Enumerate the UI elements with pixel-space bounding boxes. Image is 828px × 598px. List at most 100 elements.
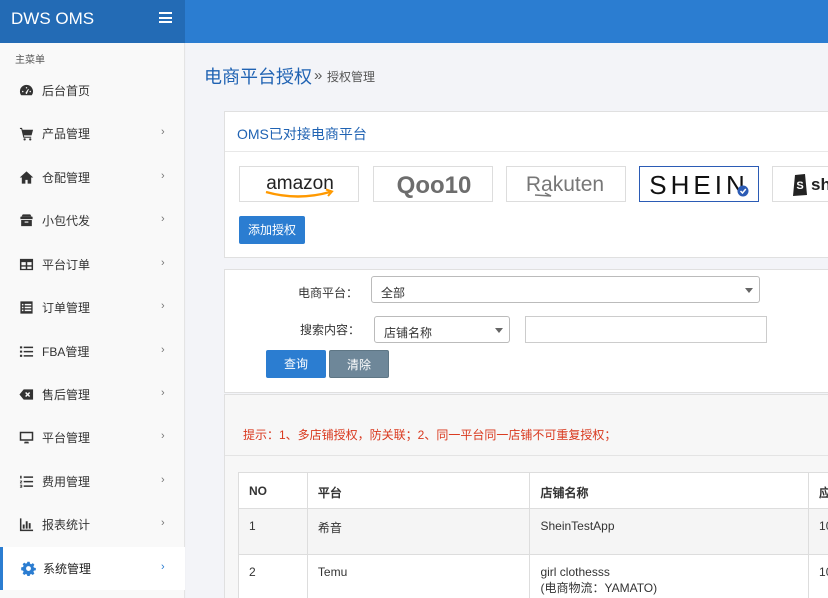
shop-logistics-note: (电商物流：YAMATO) (540, 581, 658, 595)
sidebar-item-parcel[interactable]: 小包代发 › (0, 199, 185, 242)
cell-shop-name: girl clothesss (电商物流：YAMATO) (529, 554, 810, 598)
monitor-icon (19, 431, 34, 444)
platform-logo-shopify[interactable]: S sh (772, 166, 828, 202)
sidebar-item-label: 仓配管理 (42, 171, 91, 185)
sidebar-item-label: 报表统计 (42, 518, 91, 532)
sidebar-item-label: 平台管理 (42, 431, 91, 445)
qoo10-logo-icon: Qoo10 (397, 172, 472, 199)
cell-no: 2 (238, 554, 308, 598)
chevron-right-icon: › (161, 213, 165, 225)
sidebar-item-products[interactable]: 产品管理 › (0, 112, 185, 155)
sidebar-item-orders[interactable]: 订单管理 › (0, 286, 185, 329)
table-row[interactable]: 1 希音 SheinTestApp 10 (238, 508, 828, 555)
page-title: 电商平台授权 (204, 67, 312, 87)
chevron-right-icon: › (161, 344, 165, 356)
breadcrumb-current[interactable]: 授权管理 (327, 68, 375, 85)
chevron-right-icon: › (161, 126, 165, 138)
chevron-right-icon: › (161, 430, 165, 442)
sidebar-item-fba[interactable]: FBA管理 › (0, 330, 185, 373)
sidebar-item-system[interactable]: 系统管理 › (0, 547, 185, 590)
filter-panel: 电商平台： 全部 搜索内容： 店铺名称 查询 清除 (224, 269, 828, 393)
list-icon (19, 346, 34, 357)
amazon-logo-icon: amazon (265, 173, 334, 198)
list-box-icon (20, 301, 33, 314)
sidebar-item-warehouse[interactable]: 仓配管理 › (0, 156, 185, 199)
divider (225, 455, 828, 456)
sidebar-item-label: 费用管理 (42, 475, 91, 489)
hamburger-menu-icon[interactable] (159, 12, 172, 23)
grid-icon (19, 258, 34, 271)
platform-logo-rakuten[interactable]: Rakuten (506, 166, 626, 202)
home-icon (19, 171, 34, 184)
list-ordered-icon (19, 475, 34, 488)
chevron-right-icon: › (161, 561, 165, 573)
shop-name: girl clothesss (540, 565, 610, 579)
divider (225, 151, 828, 152)
query-button[interactable]: 查询 (266, 350, 326, 378)
sidebar-item-label: 产品管理 (42, 127, 91, 141)
cell-platform: 希音 (306, 508, 531, 555)
breadcrumb-separator: » (314, 67, 323, 84)
gear-icon (21, 561, 36, 576)
table-row[interactable]: 2 Temu girl clothesss (电商物流：YAMATO) 10 (238, 554, 828, 598)
logo-text: amazon (266, 173, 334, 194)
svg-text:S: S (796, 180, 803, 192)
tip-text: 提示：1、多店铺授权，防关联；2、同一平台同一店铺不可重复授权； (243, 428, 617, 442)
chevron-right-icon: › (161, 257, 165, 269)
cell-platform: Temu (306, 554, 531, 598)
list-panel: 提示：1、多店铺授权，防关联；2、同一平台同一店铺不可重复授权； NO 平台 店… (224, 394, 828, 598)
sidebar-item-dashboard[interactable]: 后台首页 (0, 69, 185, 112)
sidebar-item-platforms[interactable]: 平台管理 › (0, 416, 185, 459)
cell-shop-name: SheinTestApp (529, 508, 810, 555)
sidebar-item-label: 售后管理 (42, 388, 91, 402)
platforms-panel: OMS已对接电商平台 amazon Qoo10 Rakuten SHEIN S … (224, 111, 828, 258)
sidebar-item-reports[interactable]: 报表统计 › (0, 503, 185, 546)
shein-logo-icon: SHEIN (649, 170, 749, 200)
column-header-extra: 应 (808, 472, 828, 509)
platform-select[interactable]: 全部 (371, 276, 760, 303)
logo-text: Qoo10 (397, 172, 472, 199)
clear-button[interactable]: 清除 (329, 350, 389, 378)
column-header-shop-name: 店铺名称 (529, 472, 810, 509)
sidebar-item-label: 系统管理 (43, 562, 92, 576)
search-type-value: 店铺名称 (384, 326, 433, 340)
caret-down-icon (745, 288, 753, 293)
cell-no: 1 (238, 508, 308, 555)
app-brand[interactable]: DWS OMS (0, 0, 185, 43)
shop-name: SheinTestApp (540, 519, 615, 533)
bar-chart-icon (19, 518, 34, 532)
platform-select-value: 全部 (381, 286, 406, 300)
sidebar-item-label: FBA管理 (42, 345, 90, 359)
sidebar-item-fees[interactable]: 费用管理 › (0, 460, 185, 503)
chevron-right-icon: › (161, 387, 165, 399)
search-input[interactable] (525, 316, 767, 343)
platform-filter-label: 电商平台： (298, 286, 359, 300)
platform-logo-shein[interactable]: SHEIN (639, 166, 759, 202)
sidebar-item-label: 平台订单 (42, 258, 91, 272)
caret-down-icon (495, 328, 503, 333)
dashboard-icon (19, 84, 33, 96)
brand-text: DWS OMS (11, 9, 95, 28)
column-header-platform: 平台 (306, 472, 531, 509)
search-type-select[interactable]: 店铺名称 (374, 316, 510, 343)
logo-text: Rakuten (526, 173, 604, 196)
platform-logo-qoo10[interactable]: Qoo10 (373, 166, 493, 202)
chevron-right-icon: › (161, 474, 165, 486)
platform-logo-amazon[interactable]: amazon (239, 166, 359, 202)
sidebar-item-platform-orders[interactable]: 平台订单 › (0, 243, 185, 286)
cell-extra: 10 (808, 508, 828, 555)
sidebar-item-label: 小包代发 (42, 214, 91, 228)
chevron-right-icon: › (161, 170, 165, 182)
main-content: 电商平台授权 » 授权管理 OMS已对接电商平台 amazon Qoo10 Ra… (186, 43, 828, 598)
logo-text: SHEIN (649, 170, 748, 200)
sidebar-item-after-sales[interactable]: 售后管理 › (0, 373, 185, 416)
column-header-no: NO (238, 472, 308, 509)
chevron-right-icon: › (161, 300, 165, 312)
table-header-row: NO 平台 店铺名称 应 (238, 472, 828, 509)
cell-extra: 10 (808, 554, 828, 598)
package-icon (20, 214, 33, 227)
platforms-panel-title: OMS已对接电商平台 (237, 126, 367, 142)
chevron-right-icon: › (161, 517, 165, 529)
add-authorization-button[interactable]: 添加授权 (239, 216, 305, 244)
logo-text: sh (811, 175, 828, 194)
